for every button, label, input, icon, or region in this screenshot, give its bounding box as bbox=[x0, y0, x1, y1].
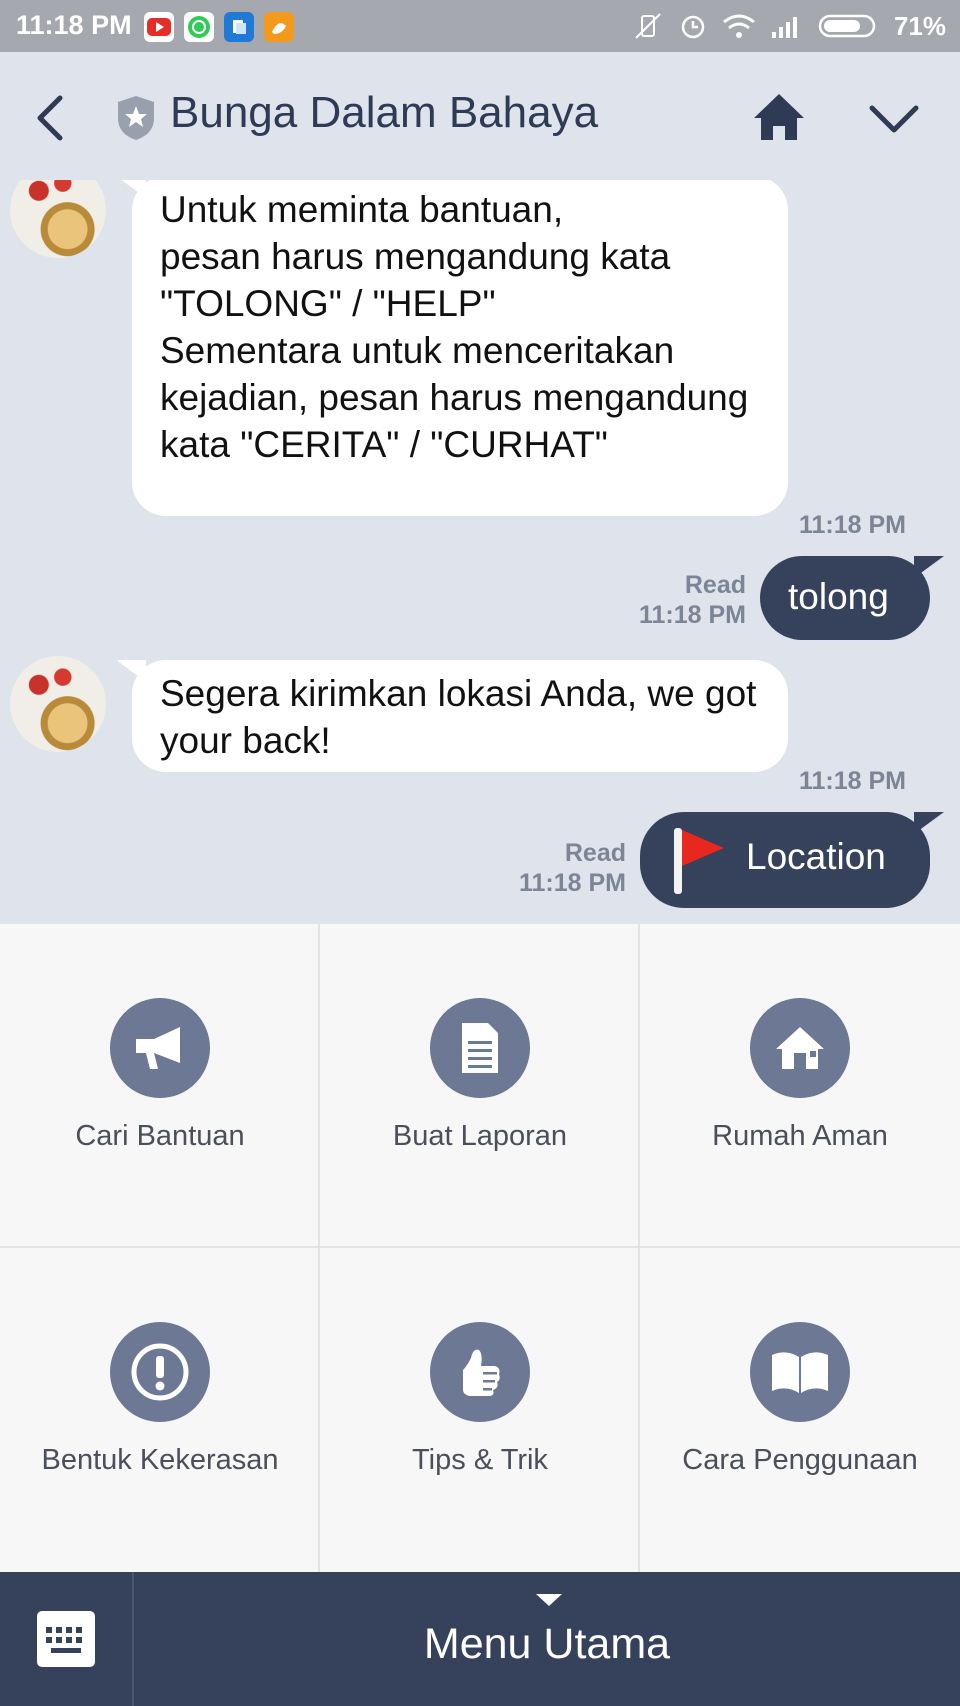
home-icon[interactable] bbox=[752, 90, 806, 144]
wifi-icon bbox=[723, 14, 755, 38]
message-text: Segera kirimkan lokasi Anda, we got your… bbox=[160, 673, 757, 761]
menu-item-label: Tips & Trik bbox=[412, 1444, 548, 1476]
rich-menu: Cari Bantuan Buat Laporan Rumah Aman Ben… bbox=[0, 924, 960, 1572]
house-icon bbox=[776, 1027, 824, 1069]
docs-app-icon bbox=[224, 12, 254, 42]
menu-icon-circle bbox=[750, 1322, 850, 1422]
chat-title: Bunga Dalam Bahaya bbox=[170, 88, 599, 137]
keyboard-toggle-button[interactable] bbox=[0, 1572, 134, 1706]
sender-avatar[interactable] bbox=[10, 656, 106, 752]
message-time: 11:18 PM bbox=[638, 601, 746, 629]
document-icon bbox=[462, 1023, 498, 1073]
whatsapp-icon bbox=[184, 12, 214, 42]
location-label: Location bbox=[746, 836, 886, 877]
bottom-menu-bar: Menu Utama bbox=[0, 1572, 960, 1706]
book-icon bbox=[772, 1352, 828, 1393]
megaphone-icon bbox=[136, 1027, 180, 1069]
thumbs-up-icon bbox=[463, 1349, 500, 1396]
read-receipt: Read 11:18 PM bbox=[600, 570, 746, 630]
menu-item-label: Cari Bantuan bbox=[75, 1120, 245, 1152]
chevron-down-icon[interactable] bbox=[866, 98, 922, 138]
outgoing-message-bubble[interactable]: tolong bbox=[760, 556, 930, 640]
youtube-icon bbox=[144, 12, 174, 42]
read-label: Read bbox=[684, 571, 746, 599]
menu-item-bentuk-kekerasan[interactable]: Bentuk Kekerasan bbox=[0, 1248, 320, 1572]
status-time: 11:18 PM bbox=[16, 10, 132, 40]
menu-item-tips-trik[interactable]: Tips & Trik bbox=[320, 1248, 640, 1572]
alarm-icon bbox=[681, 15, 705, 39]
location-message-bubble[interactable]: Location bbox=[640, 812, 930, 908]
chat-header: Bunga Dalam Bahaya bbox=[0, 52, 960, 180]
menu-item-rumah-aman[interactable]: Rumah Aman bbox=[640, 924, 960, 1248]
message-text: tolong bbox=[788, 576, 889, 617]
official-account-shield-icon bbox=[118, 96, 154, 140]
menu-icon-circle bbox=[110, 998, 210, 1098]
menu-icon-circle bbox=[430, 1322, 530, 1422]
menu-icon-circle bbox=[430, 998, 530, 1098]
signal-icon bbox=[771, 17, 797, 38]
read-label: Read bbox=[564, 839, 626, 867]
status-bar: 11:18 PM 71% bbox=[0, 0, 960, 52]
menu-icon-circle bbox=[110, 1322, 210, 1422]
menu-item-cara-penggunaan[interactable]: Cara Penggunaan bbox=[640, 1248, 960, 1572]
uc-browser-icon bbox=[264, 12, 294, 42]
incoming-message-bubble[interactable]: Untuk meminta bantuan, pesan harus menga… bbox=[132, 180, 788, 516]
menu-item-label: Buat Laporan bbox=[392, 1120, 568, 1152]
keyboard-icon bbox=[37, 1611, 95, 1667]
sender-avatar[interactable] bbox=[10, 180, 106, 258]
vibrate-off-icon bbox=[635, 13, 661, 39]
message-time: 11:18 PM bbox=[798, 767, 906, 795]
read-receipt: Read 11:18 PM bbox=[480, 838, 626, 898]
menu-icon-circle bbox=[750, 998, 850, 1098]
caret-down-icon[interactable] bbox=[534, 1592, 564, 1608]
exclamation-icon bbox=[131, 1343, 189, 1401]
notification-icons bbox=[144, 12, 294, 42]
chat-messages[interactable]: Untuk meminta bantuan, pesan harus menga… bbox=[0, 180, 960, 924]
status-indicators: 71% bbox=[632, 10, 946, 42]
incoming-message-bubble[interactable]: Segera kirimkan lokasi Anda, we got your… bbox=[132, 660, 788, 772]
battery-percentage: 71% bbox=[893, 10, 946, 41]
message-time: 11:18 PM bbox=[518, 869, 626, 897]
battery-icon bbox=[818, 14, 876, 38]
menu-item-label: Rumah Aman bbox=[712, 1120, 888, 1152]
menu-item-label: Cara Penggunaan bbox=[682, 1444, 918, 1476]
menu-item-buat-laporan[interactable]: Buat Laporan bbox=[320, 924, 640, 1248]
main-menu-toggle[interactable]: Menu Utama bbox=[134, 1620, 960, 1669]
menu-item-label: Bentuk Kekerasan bbox=[41, 1444, 279, 1476]
message-text: Untuk meminta bantuan, pesan harus menga… bbox=[160, 189, 749, 465]
red-flag-icon bbox=[674, 828, 724, 894]
menu-item-cari-bantuan[interactable]: Cari Bantuan bbox=[0, 924, 320, 1248]
message-time: 11:18 PM bbox=[798, 511, 906, 539]
back-arrow-icon[interactable] bbox=[30, 92, 74, 144]
